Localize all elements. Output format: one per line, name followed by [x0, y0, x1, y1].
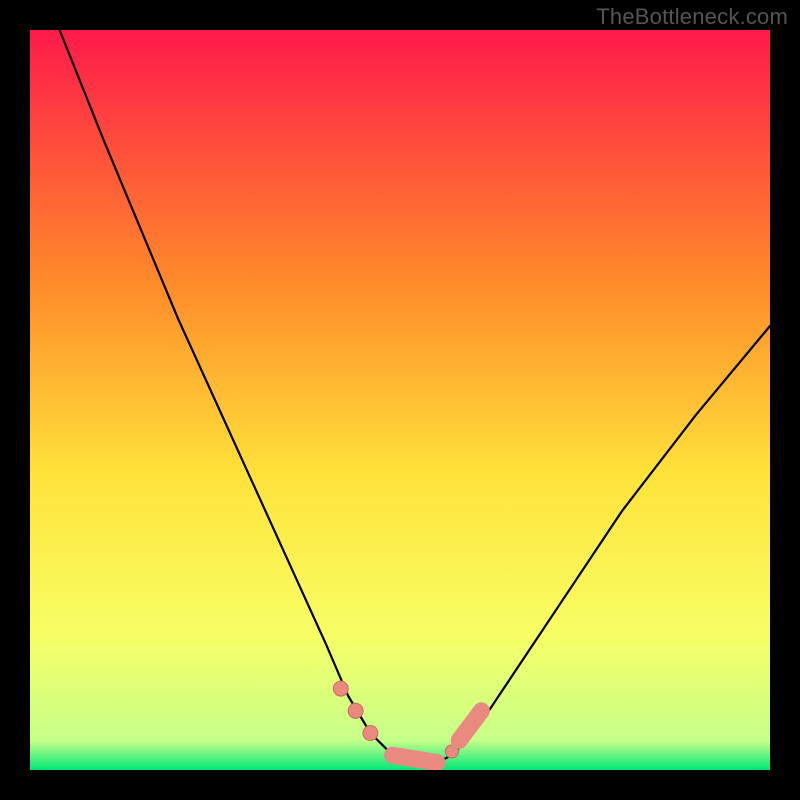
curve-marker-dot — [363, 726, 378, 741]
chart-svg — [30, 30, 770, 770]
watermark-label: TheBottleneck.com — [596, 4, 788, 30]
chart-background-gradient — [30, 30, 770, 770]
chart-plot-area — [30, 30, 770, 770]
curve-marker-pill — [393, 755, 437, 762]
curve-marker-dot — [333, 681, 348, 696]
chart-frame: TheBottleneck.com — [0, 0, 800, 800]
curve-marker-dot — [348, 703, 363, 718]
